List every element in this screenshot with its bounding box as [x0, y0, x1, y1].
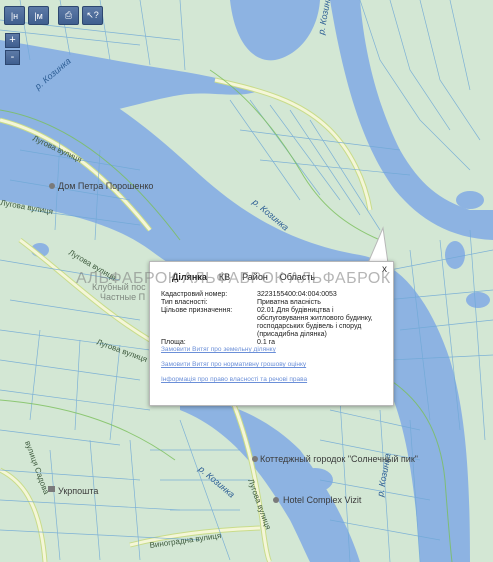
field-row: Тип власності: Приватна власність — [161, 299, 386, 307]
poi-label-hotel: Hotel Complex Vizit — [283, 495, 362, 505]
poi-label-chastnye: Частные П — [100, 292, 145, 302]
parcel-fields: Кадастровий номер: 3223155400:04:004:005… — [161, 291, 386, 347]
zoom-in-button[interactable]: + — [5, 33, 20, 48]
poi-label-poroshenko: Дом Петра Порошенко — [58, 181, 153, 191]
order-parcel-extract-link[interactable]: Замовити Витяг про земельну ділянку — [161, 346, 307, 353]
field-key: Кадастровий номер: — [161, 291, 228, 298]
popup-links: Замовити Витяг про земельну ділянку Замо… — [161, 346, 307, 391]
field-value: Приватна власність — [257, 299, 321, 306]
order-valuation-extract-link[interactable]: Замовити Витяг про нормативну грошову оц… — [161, 361, 307, 368]
zoom-control: + - — [5, 33, 20, 65]
field-key: Тип власності: — [161, 299, 208, 306]
poi-label-ukrposhta: Укрпошта — [58, 486, 98, 496]
zoom-out-button[interactable]: - — [5, 50, 20, 65]
info-cursor-icon[interactable]: ↖? — [82, 6, 103, 25]
field-value: 3223155400:04:004:0053 — [257, 291, 337, 298]
field-row: Цільове призначення: 02.01 Для будівницт… — [161, 307, 386, 339]
ownership-info-link[interactable]: Інформація про право власності та речові… — [161, 376, 307, 383]
area-measure-icon[interactable]: |м — [28, 6, 49, 25]
ruler-icon[interactable]: |н — [4, 6, 25, 25]
field-row: Кадастровий номер: 3223155400:04:004:005… — [161, 291, 386, 299]
print-icon[interactable]: ⎙ — [58, 6, 79, 25]
map-toolbar: |н |м ⎙ ↖? — [4, 6, 103, 25]
field-key: Цільове призначення: — [161, 307, 233, 314]
poi-label-sonyachnyi: Коттеджный городок "Солнечный пик" — [260, 454, 418, 464]
watermark: АЛЬФАБРОК АЛЬФАБРОК АЛЬФАБРОК — [76, 270, 391, 287]
field-value: 02.01 Для будівництва і обслуговування ж… — [257, 307, 373, 338]
